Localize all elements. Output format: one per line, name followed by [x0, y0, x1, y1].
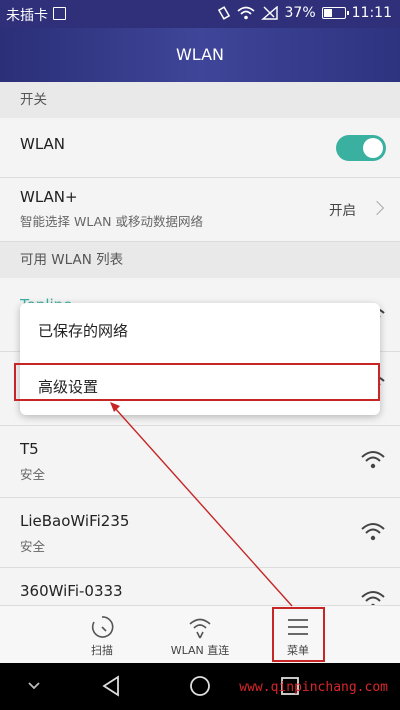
- battery-icon: [321, 7, 349, 19]
- home-icon[interactable]: [188, 663, 212, 710]
- section-header-available: 可用 WLAN 列表: [0, 242, 400, 278]
- network-row[interactable]: LieBaoWiFi235 安全: [0, 498, 400, 568]
- battery-percent: 37%: [284, 5, 316, 21]
- network-name: T5: [20, 440, 39, 458]
- wifi-status-icon: [236, 6, 255, 20]
- page-title: WLAN: [175, 45, 224, 64]
- section-header-switch: 开关: [0, 82, 400, 118]
- wlan-row[interactable]: WLAN: [0, 118, 400, 178]
- network-row[interactable]: 360WiFi-0333: [0, 568, 400, 609]
- vibrate-icon: [217, 6, 230, 20]
- wlan-plus-row[interactable]: WLAN+ 智能选择 WLAN 或移动数据网络 开启: [0, 178, 400, 242]
- scan-icon: [91, 616, 114, 638]
- wlan-plus-subtitle: 智能选择 WLAN 或移动数据网络: [20, 214, 203, 229]
- tab-label: 扫描: [91, 644, 113, 657]
- back-icon[interactable]: [100, 663, 122, 710]
- network-name: 360WiFi-0333: [20, 582, 123, 600]
- network-name: LieBaoWiFi235: [20, 512, 130, 530]
- clock: 11:11: [351, 5, 392, 21]
- carrier-label: 未插卡: [6, 8, 48, 24]
- tab-label: WLAN 直连: [170, 644, 230, 657]
- wlan-plus-value: 开启: [329, 203, 356, 219]
- wifi-strength-icon: [361, 451, 385, 469]
- menu-item-saved-networks[interactable]: 已保存的网络: [20, 303, 380, 359]
- wifi-strength-icon: [361, 523, 385, 541]
- annotation-highlight-menu: [272, 607, 325, 662]
- wlan-toggle[interactable]: [336, 135, 386, 161]
- sim-icon: [53, 7, 66, 20]
- toggle-knob: [363, 138, 383, 158]
- title-bar: WLAN: [0, 28, 400, 82]
- network-row[interactable]: T5 安全: [0, 426, 400, 498]
- wlan-plus-label: WLAN+: [20, 188, 78, 206]
- network-security: 安全: [20, 539, 46, 554]
- chevron-right-icon: [369, 200, 385, 216]
- chevron-down-icon[interactable]: [25, 663, 43, 710]
- bottom-action-bar: 扫描 WLAN 直连 菜单: [0, 605, 400, 663]
- signal-icon: [260, 6, 278, 20]
- tab-wifi-direct[interactable]: WLAN 直连: [160, 606, 240, 664]
- wlan-label: WLAN: [20, 135, 66, 153]
- watermark: www.qinpinchang.com: [239, 680, 388, 695]
- wifi-direct-icon: [189, 618, 211, 639]
- annotation-highlight-advanced: [14, 363, 380, 401]
- network-security: 安全: [20, 467, 46, 482]
- status-bar: 未插卡 37% 11:11: [0, 0, 400, 28]
- tab-scan[interactable]: 扫描: [62, 606, 142, 664]
